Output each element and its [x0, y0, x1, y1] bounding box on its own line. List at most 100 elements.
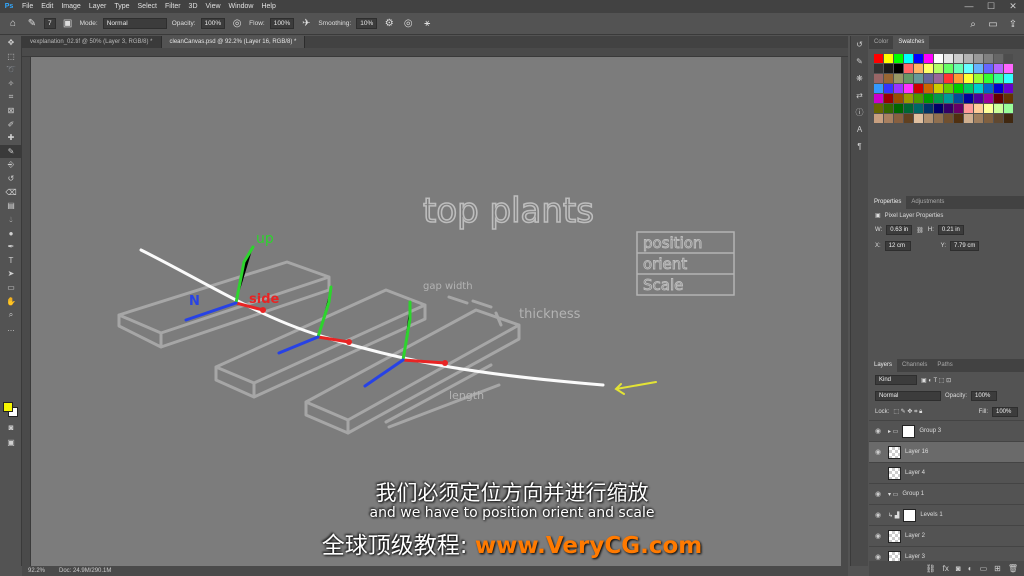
tab-vexplanation[interactable]: vexplanation_02.tif @ 50% (Layer 3, RGB/… [22, 36, 162, 48]
magic-wand-tool-icon[interactable]: ✧ [0, 77, 22, 91]
brush-tool-icon[interactable]: ✎ [0, 144, 22, 159]
smoothing-field[interactable]: 10% [356, 18, 378, 29]
color-swatch[interactable] [974, 104, 983, 113]
color-swatch[interactable] [984, 114, 993, 123]
color-swatch[interactable] [984, 54, 993, 63]
color-swatch[interactable] [934, 114, 943, 123]
color-swatch[interactable] [874, 64, 883, 73]
adjust-icon[interactable]: ⇄ [851, 87, 868, 104]
height-field[interactable]: 0.21 in [937, 225, 964, 235]
color-swatch[interactable] [874, 84, 883, 93]
menu-select[interactable]: Select [134, 3, 161, 10]
color-swatch[interactable] [874, 74, 883, 83]
foreground-color-swatch[interactable] [3, 402, 13, 412]
paragraph-icon[interactable]: ¶ [851, 138, 868, 155]
brush-size-field[interactable]: 7 [44, 18, 56, 29]
blur-tool-icon[interactable]: 💧︎ [0, 213, 22, 227]
share-icon[interactable]: ⇪ [1006, 17, 1020, 31]
brushes-icon[interactable]: ❋ [851, 70, 868, 87]
dodge-tool-icon[interactable]: ● [0, 226, 22, 240]
color-swatch[interactable] [884, 114, 893, 123]
history-icon[interactable]: ↺ [851, 36, 868, 53]
color-swatch[interactable] [974, 74, 983, 83]
swatches-grid[interactable] [869, 49, 1024, 123]
color-swatch[interactable] [914, 64, 923, 73]
color-swatch[interactable] [974, 114, 983, 123]
fill-field[interactable]: 100% [992, 407, 1018, 417]
lock-icons[interactable]: ⬚ ✎ ✥ ⌗ 🔒︎ [893, 408, 922, 416]
eye-icon[interactable]: ◉ [875, 427, 884, 435]
color-swatch[interactable] [904, 114, 913, 123]
pen-tool-icon[interactable]: ✒ [0, 240, 22, 254]
blend-mode-select[interactable]: Normal [875, 391, 941, 401]
zoom-tool-icon[interactable]: ⌕ [0, 308, 22, 322]
color-swatch[interactable] [884, 84, 893, 93]
close-button[interactable]: ✕ [1002, 0, 1024, 13]
color-swatch[interactable] [904, 84, 913, 93]
info-icon[interactable]: ⓘ [851, 104, 868, 121]
new-layer-icon[interactable]: ⊞ [994, 564, 1001, 573]
color-swatch[interactable] [944, 84, 953, 93]
color-swatch[interactable] [904, 94, 913, 103]
filter-icons[interactable]: ▣ ◐ T ⬚ ⊡ [921, 377, 951, 384]
color-swatch[interactable] [884, 74, 893, 83]
gear-icon[interactable]: ⚙ [382, 17, 396, 31]
screen-mode-icon[interactable]: ▣ [0, 436, 22, 450]
color-swatch[interactable] [944, 54, 953, 63]
color-swatch[interactable] [994, 94, 1003, 103]
color-swatch[interactable] [934, 74, 943, 83]
history-brush-icon[interactable]: ↺ [0, 172, 22, 186]
color-swatch[interactable] [944, 64, 953, 73]
color-swatch[interactable] [924, 74, 933, 83]
crop-tool-icon[interactable]: ⌗ [0, 90, 22, 104]
tab-adjustments[interactable]: Adjustments [906, 196, 949, 209]
color-swatch[interactable] [954, 74, 963, 83]
color-swatch[interactable] [1004, 54, 1013, 63]
brush-tool-icon[interactable]: ✎ [25, 17, 39, 31]
color-swatch[interactable] [894, 94, 903, 103]
color-swatch[interactable] [874, 54, 883, 63]
color-swatch[interactable] [984, 74, 993, 83]
color-swatch[interactable] [884, 94, 893, 103]
menu-layer[interactable]: Layer [85, 3, 111, 10]
search-icon[interactable]: ⌕ [966, 17, 980, 31]
tab-color[interactable]: Color [869, 36, 893, 49]
color-swatch[interactable] [904, 74, 913, 83]
pressure-opacity-icon[interactable]: ◎ [230, 17, 244, 31]
color-swatch[interactable] [984, 64, 993, 73]
gradient-tool-icon[interactable]: ▤ [0, 199, 22, 213]
color-swatch[interactable] [934, 104, 943, 113]
color-swatch[interactable] [914, 74, 923, 83]
color-swatch[interactable] [994, 64, 1003, 73]
eyedropper-tool-icon[interactable]: ✐ [0, 118, 22, 132]
color-swatch[interactable] [924, 54, 933, 63]
color-swatch[interactable] [884, 104, 893, 113]
color-swatch[interactable] [1004, 94, 1013, 103]
color-swatch[interactable] [954, 104, 963, 113]
color-swatch[interactable] [954, 84, 963, 93]
color-swatch[interactable] [1004, 104, 1013, 113]
color-swatch[interactable] [964, 74, 973, 83]
lasso-tool-icon[interactable]: ➰ [0, 63, 22, 77]
color-swatch[interactable] [884, 64, 893, 73]
tab-paths[interactable]: Paths [932, 359, 957, 372]
color-swatch[interactable] [944, 74, 953, 83]
color-swatch[interactable] [964, 94, 973, 103]
color-swatch[interactable] [884, 54, 893, 63]
color-swatch[interactable] [994, 104, 1003, 113]
color-swatch[interactable] [974, 94, 983, 103]
color-swatch[interactable] [954, 114, 963, 123]
fx-icon[interactable]: fx [943, 564, 949, 573]
color-swatch[interactable] [874, 104, 883, 113]
layer-row-layer-16[interactable]: ◉ Layer 16 [869, 441, 1024, 462]
hand-tool-icon[interactable]: ✋ [0, 294, 22, 308]
tab-swatches[interactable]: Swatches [893, 36, 930, 49]
new-group-icon[interactable]: ▭ [980, 564, 988, 573]
color-swatch[interactable] [974, 54, 983, 63]
color-swatch[interactable] [924, 114, 933, 123]
add-mask-icon[interactable]: ◙ [956, 564, 961, 573]
color-swatch[interactable] [894, 104, 903, 113]
flow-field[interactable]: 100% [269, 18, 295, 29]
layer-opacity-field[interactable]: 100% [971, 391, 998, 401]
link-icon[interactable]: ⛓ [916, 227, 924, 234]
